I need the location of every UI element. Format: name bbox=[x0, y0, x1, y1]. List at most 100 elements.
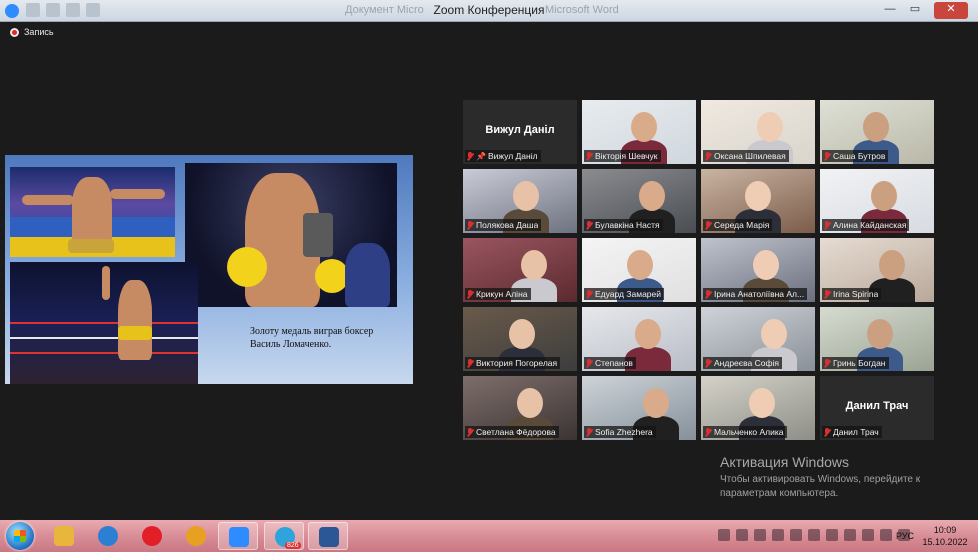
participant-head bbox=[863, 112, 889, 142]
participant-name-label: Саша Бутров bbox=[822, 150, 889, 162]
microphone-muted-icon bbox=[823, 427, 831, 437]
participant-tile[interactable]: Полякова Даша bbox=[463, 169, 577, 233]
taskbar-word[interactable] bbox=[308, 522, 348, 550]
boxing-glove bbox=[227, 247, 267, 287]
participant-tile[interactable]: Булавкіна Настя bbox=[582, 169, 696, 233]
participant-tile[interactable]: Sofia Zhezhera bbox=[582, 376, 696, 440]
word-icon bbox=[319, 527, 339, 547]
participant-name: Середа Марія bbox=[714, 220, 770, 230]
participant-head bbox=[643, 388, 669, 418]
tray-app-icon[interactable] bbox=[844, 529, 856, 541]
participant-tile[interactable]: Крикун Аліна bbox=[463, 238, 577, 302]
watermark-line: Чтобы активировать Windows, перейдите к bbox=[720, 474, 921, 485]
microphone-muted-icon bbox=[704, 358, 712, 368]
participant-tile[interactable]: Вікторія Шевчук bbox=[582, 100, 696, 164]
participant-name-label: Андреєва Софія bbox=[703, 357, 782, 369]
participant-display-name: Данил Трач bbox=[845, 400, 909, 412]
taskbar-opera[interactable] bbox=[132, 522, 172, 550]
participant-head bbox=[521, 250, 547, 280]
participant-head bbox=[753, 250, 779, 280]
participant-name-label: Алина Кайданская bbox=[822, 219, 910, 231]
speaker-icon[interactable] bbox=[790, 529, 802, 541]
participant-head bbox=[639, 181, 665, 211]
participant-name: Андреєва Софія bbox=[714, 358, 779, 368]
volume-icon[interactable] bbox=[718, 529, 730, 541]
participant-name: Вікторія Шевчук bbox=[595, 151, 658, 161]
boxer-figure bbox=[72, 177, 112, 247]
microphone-muted-icon bbox=[466, 289, 474, 299]
taskbar-explorer[interactable] bbox=[44, 522, 84, 550]
participant-name-label: Виктория Погорелая bbox=[465, 357, 561, 369]
tray-app-icon[interactable] bbox=[754, 529, 766, 541]
participant-name: Виктория Погорелая bbox=[476, 358, 558, 368]
participant-tile[interactable]: Ірина Анатоліївна Ал... bbox=[701, 238, 815, 302]
tray-app-icon[interactable] bbox=[862, 529, 874, 541]
participant-name-label: Полякова Даша bbox=[465, 219, 542, 231]
participant-name-label: Sofia Zhezhera bbox=[584, 426, 656, 438]
participant-tile[interactable]: Irina Spirina bbox=[820, 238, 934, 302]
participant-tile[interactable]: Виктория Погорелая bbox=[463, 307, 577, 371]
tray-app-icon[interactable] bbox=[826, 529, 838, 541]
boxer-arm bbox=[22, 195, 74, 205]
microphone-muted-icon bbox=[823, 289, 831, 299]
participant-tile[interactable]: Саша Бутров bbox=[820, 100, 934, 164]
taskbar-zoom[interactable] bbox=[218, 522, 258, 550]
tray-app-icon[interactable] bbox=[880, 529, 892, 541]
participant-name: Светлана Фёдорова bbox=[476, 427, 556, 437]
participant-tile[interactable]: Степанов bbox=[582, 307, 696, 371]
clock[interactable]: 10:09 15.10.2022 bbox=[920, 524, 970, 548]
zoom-icon bbox=[229, 527, 249, 547]
shared-screen: Золоту медаль виграв боксер Василь Ломач… bbox=[5, 155, 413, 384]
participant-head bbox=[749, 388, 775, 418]
participant-tile[interactable]: Оксана Шпилевая bbox=[701, 100, 815, 164]
participant-tile[interactable]: Светлана Фёдорова bbox=[463, 376, 577, 440]
taskbar: 826 РУС 10:09 15.10.2022 bbox=[0, 520, 978, 552]
minimize-button[interactable]: — bbox=[878, 2, 902, 19]
tray-app-icon[interactable] bbox=[772, 529, 784, 541]
participant-tile[interactable]: Алина Кайданская bbox=[820, 169, 934, 233]
microphone-muted-icon bbox=[466, 151, 474, 161]
watermark-line: параметрам компьютера. bbox=[720, 488, 839, 499]
participant-name: Едуард Замарей bbox=[595, 289, 661, 299]
participant-head bbox=[879, 250, 905, 280]
participant-head bbox=[631, 112, 657, 142]
taskbar-telegram[interactable]: 826 bbox=[264, 522, 304, 550]
participant-name-label: Оксана Шпилевая bbox=[703, 150, 789, 162]
champion-belt bbox=[303, 213, 333, 257]
participant-name-label: Булавкіна Настя bbox=[584, 219, 663, 231]
microphone-muted-icon bbox=[704, 151, 712, 161]
participant-tile[interactable]: Андреєва Софія bbox=[701, 307, 815, 371]
participant-name-label: Светлана Фёдорова bbox=[465, 426, 559, 438]
participant-name: Мальченко Алика bbox=[714, 427, 784, 437]
participant-tile[interactable]: Середа Марія bbox=[701, 169, 815, 233]
tray-app-icon[interactable] bbox=[736, 529, 748, 541]
participant-tile[interactable]: Гринь Богдан bbox=[820, 307, 934, 371]
participant-name-label: Едуард Замарей bbox=[584, 288, 664, 300]
taskbar-yandex[interactable] bbox=[176, 522, 216, 550]
activation-watermark-text: Чтобы активировать Windows, перейдите к … bbox=[720, 473, 960, 501]
recording-indicator[interactable]: Запись bbox=[10, 27, 54, 37]
participant-tile[interactable]: Мальченко Алика bbox=[701, 376, 815, 440]
activation-watermark-title: Активация Windows bbox=[720, 454, 850, 470]
participant-name: Вижул Даніл bbox=[487, 151, 538, 161]
participant-name-label: Ірина Анатоліївна Ал... bbox=[703, 288, 808, 300]
participant-tile[interactable]: Вижул Даніл 📌 Вижул Даніл bbox=[463, 100, 577, 164]
taskbar-ie[interactable] bbox=[88, 522, 128, 550]
participant-tile[interactable]: Едуард Замарей bbox=[582, 238, 696, 302]
microphone-muted-icon bbox=[466, 358, 474, 368]
participant-head bbox=[745, 181, 771, 211]
system-tray bbox=[718, 529, 910, 541]
participant-name-label: Крикун Аліна bbox=[465, 288, 531, 300]
language-indicator[interactable]: РУС bbox=[896, 531, 914, 541]
participant-name-label: Гринь Богдан bbox=[822, 357, 889, 369]
maximize-button[interactable]: ▭ bbox=[903, 2, 927, 19]
windows-logo-icon bbox=[14, 530, 26, 542]
ring-rope bbox=[10, 352, 198, 354]
participant-tile[interactable]: Данил Трач Данил Трач bbox=[820, 376, 934, 440]
title-bar[interactable]: Документ Micro Zoom Конференция Microsof… bbox=[0, 0, 978, 22]
close-button[interactable]: ✕ bbox=[934, 2, 968, 19]
network-icon[interactable] bbox=[808, 529, 820, 541]
start-button[interactable] bbox=[6, 522, 34, 550]
window-title: Zoom Конференция bbox=[433, 3, 545, 17]
pin-icon: 📌 bbox=[476, 151, 486, 161]
